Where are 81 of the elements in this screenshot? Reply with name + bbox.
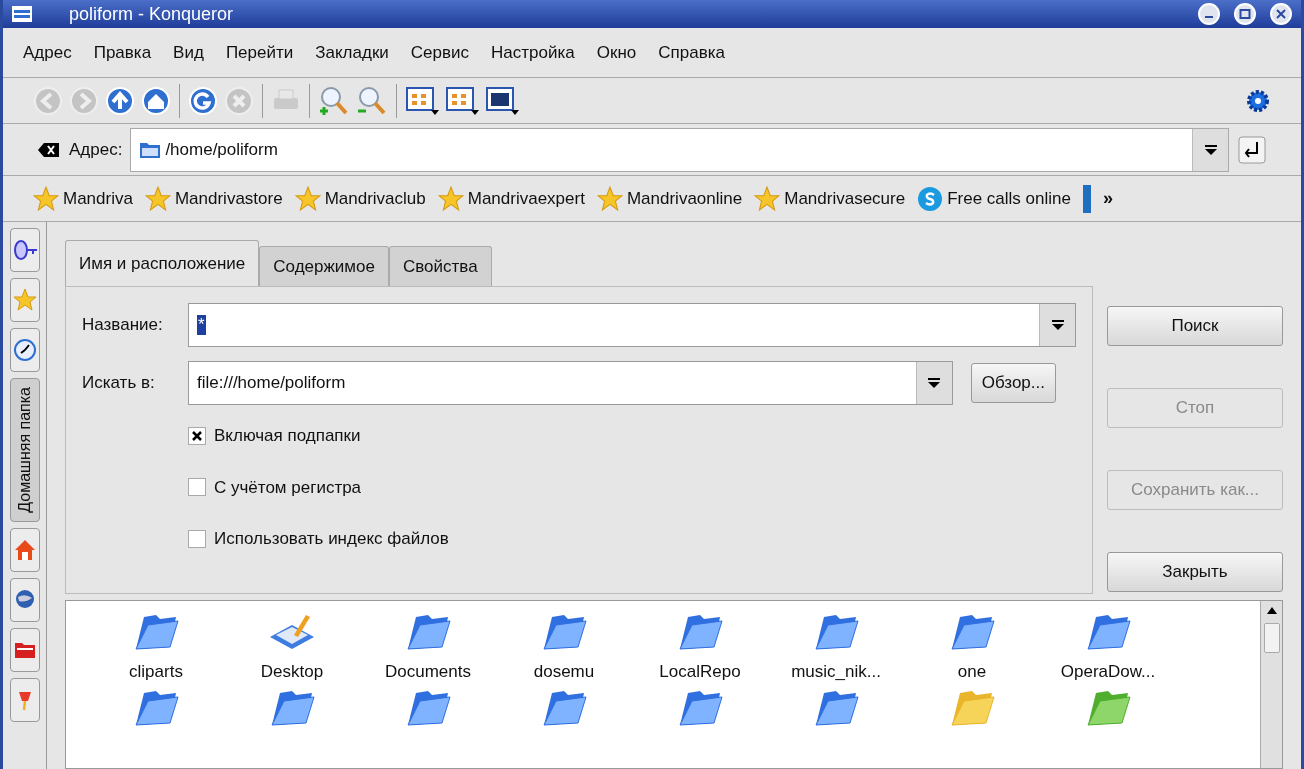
action-button[interactable]: Закрыть (1107, 552, 1283, 592)
clear-location-icon[interactable] (37, 140, 61, 159)
zoom-out-icon[interactable] (356, 84, 388, 117)
menu-item[interactable]: Вид (173, 39, 204, 66)
more-bookmarks-button[interactable]: » (1102, 185, 1113, 212)
scroll-thumb[interactable] (1263, 623, 1280, 653)
sidebar-tab[interactable]: Домашняя папка (9, 378, 40, 522)
tab[interactable]: Свойства (388, 246, 492, 286)
menu-item[interactable]: Правка (93, 39, 152, 66)
image-view-icon[interactable] (485, 85, 519, 116)
scroll-up-icon[interactable] (1265, 605, 1278, 615)
menu-item[interactable]: Закладки (315, 39, 389, 66)
bookmark-link[interactable]: Mandriva (33, 185, 133, 212)
tab[interactable]: Имя и расположение (65, 240, 260, 286)
reload-icon[interactable] (188, 85, 218, 116)
star-icon (754, 185, 781, 212)
scrollbar[interactable] (1260, 601, 1282, 768)
file-name[interactable]: cliparts (129, 659, 183, 685)
bookmark-link[interactable]: Mandrivastore (144, 185, 283, 212)
clock-icon (12, 338, 37, 362)
icon-view-icon[interactable] (405, 85, 439, 116)
star-icon (437, 185, 464, 212)
star-icon (12, 288, 37, 312)
file-name[interactable]: music_nik... (791, 659, 881, 685)
checkbox-label: С учётом регистра (214, 476, 362, 499)
key-icon (11, 237, 38, 263)
minimize-icon[interactable] (1197, 2, 1221, 26)
checkbox[interactable] (188, 478, 206, 497)
file-name[interactable]: LocalRepo (659, 659, 741, 685)
bookmark-link[interactable]: Mandrivasecure (754, 185, 906, 212)
checkbox[interactable] (188, 529, 206, 548)
file-name[interactable]: dosemu (533, 659, 595, 685)
star-icon (33, 185, 59, 212)
location-label: Адрес: (69, 138, 123, 161)
look-in-label: Искать в: (82, 372, 156, 395)
menu-item[interactable]: Настройка (491, 39, 575, 66)
tree-view-icon[interactable] (445, 85, 479, 116)
sidebar-button[interactable] (9, 228, 40, 272)
file-name[interactable]: Desktop (260, 659, 324, 685)
star-icon (596, 185, 623, 212)
sidebar-button[interactable] (9, 577, 40, 622)
star-icon (144, 185, 171, 212)
checkbox-label: Включая подпапки (214, 425, 361, 447)
location-field[interactable]: /home/poliform (130, 127, 1229, 172)
name-field[interactable]: * (188, 303, 1076, 347)
bookmark-link[interactable]: Mandrivaonline (596, 185, 743, 212)
zoom-in-icon[interactable] (318, 84, 350, 117)
bookmark-icon (1082, 184, 1091, 213)
go-icon[interactable] (1237, 134, 1267, 165)
window-icon (11, 4, 33, 24)
file-name[interactable]: Documents (385, 659, 471, 685)
look-in-field[interactable]: file:///home/poliform (188, 361, 953, 405)
maximize-icon[interactable] (1233, 2, 1257, 26)
tab[interactable]: Содержимое (259, 246, 389, 286)
bookmark-link[interactable]: Mandrivaexpert (437, 185, 585, 212)
file-name[interactable]: one (957, 659, 987, 685)
browse-button[interactable]: Обзор... (970, 363, 1056, 403)
location-text: /home/poliform (165, 138, 279, 161)
sidebar-button[interactable] (9, 328, 40, 372)
home-icon[interactable] (141, 85, 171, 116)
menu-item[interactable]: Справка (658, 39, 725, 66)
close-icon[interactable] (1269, 2, 1293, 26)
skype-icon (917, 185, 944, 212)
menu-item[interactable]: Сервис (410, 39, 470, 66)
name-label: Название: (82, 314, 164, 337)
sidebar-button[interactable] (9, 677, 40, 722)
gear-icon[interactable] (1245, 87, 1271, 114)
action-button[interactable]: Поиск (1107, 306, 1283, 346)
menu-item[interactable]: Адрес (23, 39, 72, 66)
window-title: poliform - Konqueror (69, 2, 235, 26)
sidebar-button[interactable] (9, 627, 40, 672)
bookmark-link[interactable]: Free calls online (917, 185, 1071, 212)
menu-item[interactable]: Перейти (225, 39, 294, 66)
file-name[interactable]: OperaDow... (1060, 659, 1156, 685)
bookmark-link[interactable]: Mandrivaclub (294, 185, 426, 212)
check-mark-icon (191, 429, 203, 442)
checkbox-label: Использовать индекс файлов (214, 528, 449, 550)
sidebar-button[interactable] (9, 527, 40, 572)
star-icon (294, 185, 321, 212)
checkbox[interactable] (188, 426, 206, 445)
menu-item[interactable]: Окно (596, 39, 637, 66)
